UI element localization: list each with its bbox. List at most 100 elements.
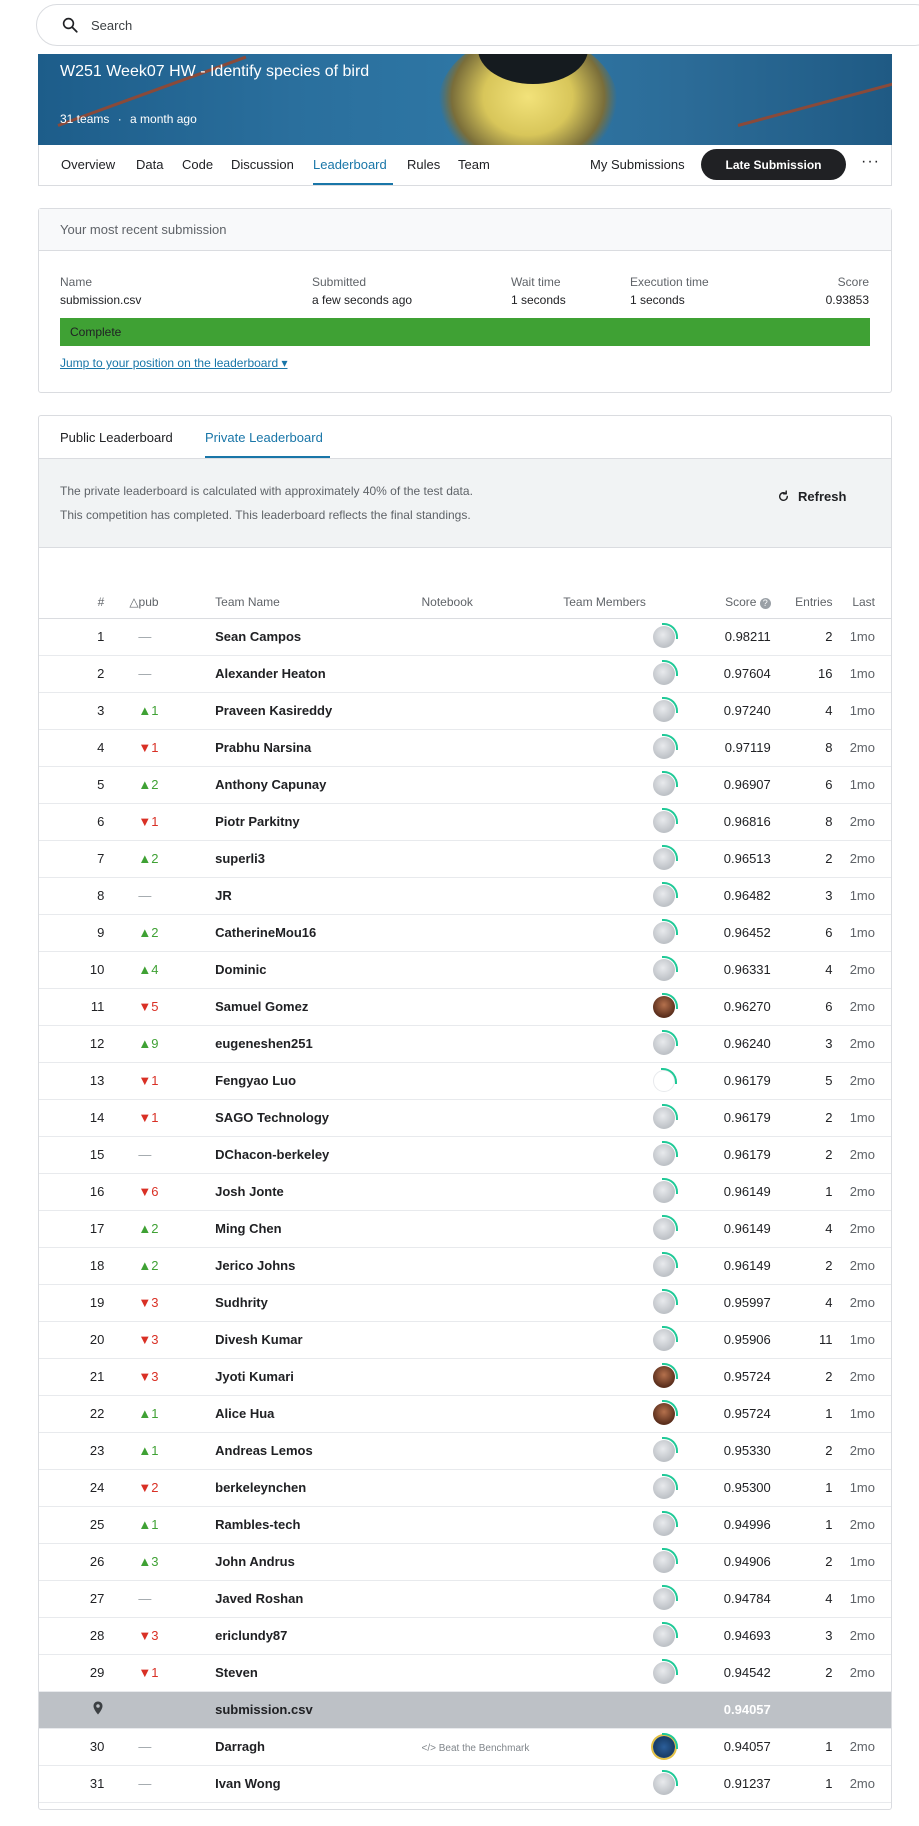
team-name[interactable]: Jerico Johns [215, 1247, 422, 1285]
avatar[interactable] [653, 992, 679, 1018]
avatar[interactable] [653, 622, 679, 648]
my-submission-row[interactable]: submission.csv 0.94057 [39, 1691, 891, 1729]
team-name[interactable]: Divesh Kumar [215, 1321, 422, 1359]
col-team-name[interactable]: Team Name [215, 586, 422, 619]
tab-discussion[interactable]: Discussion [231, 157, 294, 172]
table-row[interactable]: 29 ▼1 Steven 0.94542 2 2mo [39, 1654, 891, 1692]
search-input[interactable] [91, 13, 491, 37]
team-name[interactable]: superli3 [215, 840, 422, 878]
table-row[interactable]: 11 ▼5 Samuel Gomez 0.96270 6 2mo [39, 988, 891, 1026]
avatar[interactable] [653, 1029, 679, 1055]
table-row[interactable]: 20 ▼3 Divesh Kumar 0.95906 11 1mo [39, 1321, 891, 1359]
team-name[interactable]: John Andrus [215, 1543, 422, 1581]
col-rank[interactable]: # [39, 586, 105, 619]
team-name[interactable]: Dominic [215, 951, 422, 989]
team-name[interactable]: DChacon-berkeley [215, 1136, 422, 1174]
col-delta[interactable]: △pub [104, 586, 216, 619]
tab-rules[interactable]: Rules [407, 157, 440, 172]
col-last[interactable]: Last [832, 586, 891, 619]
table-row[interactable]: 16 ▼6 Josh Jonte 0.96149 1 2mo [39, 1173, 891, 1211]
table-row[interactable]: 7 ▲2 superli3 0.96513 2 2mo [39, 840, 891, 878]
search-bar[interactable] [36, 4, 919, 46]
avatar[interactable] [653, 1103, 679, 1129]
team-name[interactable]: Fengyao Luo [215, 1062, 422, 1100]
table-row[interactable]: 26 ▲3 John Andrus 0.94906 2 1mo [39, 1543, 891, 1581]
tab-leaderboard[interactable]: Leaderboard [313, 157, 387, 172]
team-name[interactable]: Sean Campos [215, 618, 422, 656]
avatar[interactable] [653, 1214, 679, 1240]
team-name[interactable]: Prabhu Narsina [215, 729, 422, 767]
table-row[interactable]: 6 ▼1 Piotr Parkitny 0.96816 8 2mo [39, 803, 891, 841]
table-row[interactable]: 22 ▲1 Alice Hua 0.95724 1 1mo [39, 1395, 891, 1433]
col-entries[interactable]: Entries [770, 586, 833, 619]
avatar[interactable] [653, 1067, 678, 1092]
team-name[interactable]: Samuel Gomez [215, 988, 422, 1026]
refresh-button[interactable]: Refresh [777, 489, 846, 504]
table-row[interactable]: 14 ▼1 SAGO Technology 0.96179 2 1mo [39, 1099, 891, 1137]
avatar[interactable] [653, 1177, 679, 1203]
team-name[interactable]: Alice Hua [215, 1395, 422, 1433]
team-name[interactable]: JR [215, 877, 422, 915]
avatar[interactable] [653, 955, 679, 981]
avatar[interactable] [653, 918, 679, 944]
table-row[interactable]: 2— Alexander Heaton 0.97604 16 1mo [39, 655, 891, 693]
avatar[interactable] [653, 1140, 679, 1166]
col-score[interactable]: Score ? [675, 586, 771, 619]
notebook-link[interactable]: </> Beat the Benchmark [422, 1743, 530, 1754]
jump-to-position-link[interactable]: Jump to your position on the leaderboard… [60, 356, 288, 370]
team-name[interactable]: Anthony Capunay [215, 766, 422, 804]
team-name[interactable]: Steven [215, 1654, 422, 1692]
table-row[interactable]: 10 ▲4 Dominic 0.96331 4 2mo [39, 951, 891, 989]
table-row[interactable]: 21 ▼3 Jyoti Kumari 0.95724 2 2mo [39, 1358, 891, 1396]
avatar[interactable] [653, 1473, 679, 1499]
team-name[interactable]: Josh Jonte [215, 1173, 422, 1211]
team-name[interactable]: Rambles-tech [215, 1506, 422, 1544]
avatar[interactable] [653, 1251, 679, 1277]
team-name[interactable]: eugeneshen251 [215, 1025, 422, 1063]
team-name[interactable]: SAGO Technology [215, 1099, 422, 1137]
avatar[interactable] [653, 733, 679, 759]
avatar[interactable] [653, 1362, 679, 1388]
table-row[interactable]: 24 ▼2 berkeleynchen 0.95300 1 1mo [39, 1469, 891, 1507]
table-row[interactable]: 8— JR 0.96482 3 1mo [39, 877, 891, 915]
table-row[interactable]: 12 ▲9 eugeneshen251 0.96240 3 2mo [39, 1025, 891, 1063]
team-name[interactable]: Andreas Lemos [215, 1432, 422, 1470]
help-icon[interactable]: ? [759, 597, 771, 609]
avatar[interactable] [653, 1769, 679, 1795]
avatar[interactable] [653, 1288, 679, 1314]
table-row[interactable]: 27— Javed Roshan 0.94784 4 1mo [39, 1580, 891, 1618]
tab-team[interactable]: Team [458, 157, 490, 172]
avatar[interactable] [653, 844, 679, 870]
team-name[interactable]: Piotr Parkitny [215, 803, 422, 841]
table-row[interactable]: 31— Ivan Wong 0.91237 1 2mo [39, 1765, 891, 1803]
avatar[interactable] [653, 1584, 679, 1610]
table-row[interactable]: 25 ▲1 Rambles-tech 0.94996 1 2mo [39, 1506, 891, 1544]
team-name[interactable]: Sudhrity [215, 1284, 422, 1322]
table-row[interactable]: 13 ▼1 Fengyao Luo 0.96179 5 2mo [39, 1062, 891, 1100]
team-name[interactable]: Ivan Wong [215, 1765, 422, 1803]
avatar[interactable] [653, 696, 679, 722]
table-row[interactable]: 1— Sean Campos 0.98211 2 1mo [39, 618, 891, 656]
avatar[interactable] [653, 1658, 679, 1684]
avatar[interactable] [653, 1621, 679, 1647]
table-row[interactable]: 28 ▼3 ericlundy87 0.94693 3 2mo [39, 1617, 891, 1655]
late-submission-button[interactable]: Late Submission [701, 149, 846, 180]
table-row[interactable]: 15— DChacon-berkeley 0.96179 2 2mo [39, 1136, 891, 1174]
team-name[interactable]: Ming Chen [215, 1210, 422, 1248]
tab-private-leaderboard[interactable]: Private Leaderboard [205, 430, 323, 445]
tab-overview[interactable]: Overview [61, 157, 115, 172]
table-row[interactable]: 23 ▲1 Andreas Lemos 0.95330 2 2mo [39, 1432, 891, 1470]
avatar[interactable] [653, 1436, 679, 1462]
table-row[interactable]: 30— Darragh </> Beat the Benchmark 0.94057 1… [39, 1728, 891, 1766]
team-name[interactable]: ericlundy87 [215, 1617, 422, 1655]
avatar[interactable] [653, 881, 679, 907]
avatar[interactable] [653, 1547, 679, 1573]
table-row[interactable]: 3 ▲1 Praveen Kasireddy 0.97240 4 1mo [39, 692, 891, 730]
table-row[interactable]: 18 ▲2 Jerico Johns 0.96149 2 2mo [39, 1247, 891, 1285]
my-submissions-link[interactable]: My Submissions [590, 157, 685, 172]
more-options-icon[interactable]: ··· [861, 153, 880, 171]
avatar[interactable] [653, 1510, 679, 1536]
tab-public-leaderboard[interactable]: Public Leaderboard [60, 430, 173, 445]
team-name[interactable]: Praveen Kasireddy [215, 692, 422, 730]
team-name[interactable]: Darragh [215, 1728, 422, 1766]
